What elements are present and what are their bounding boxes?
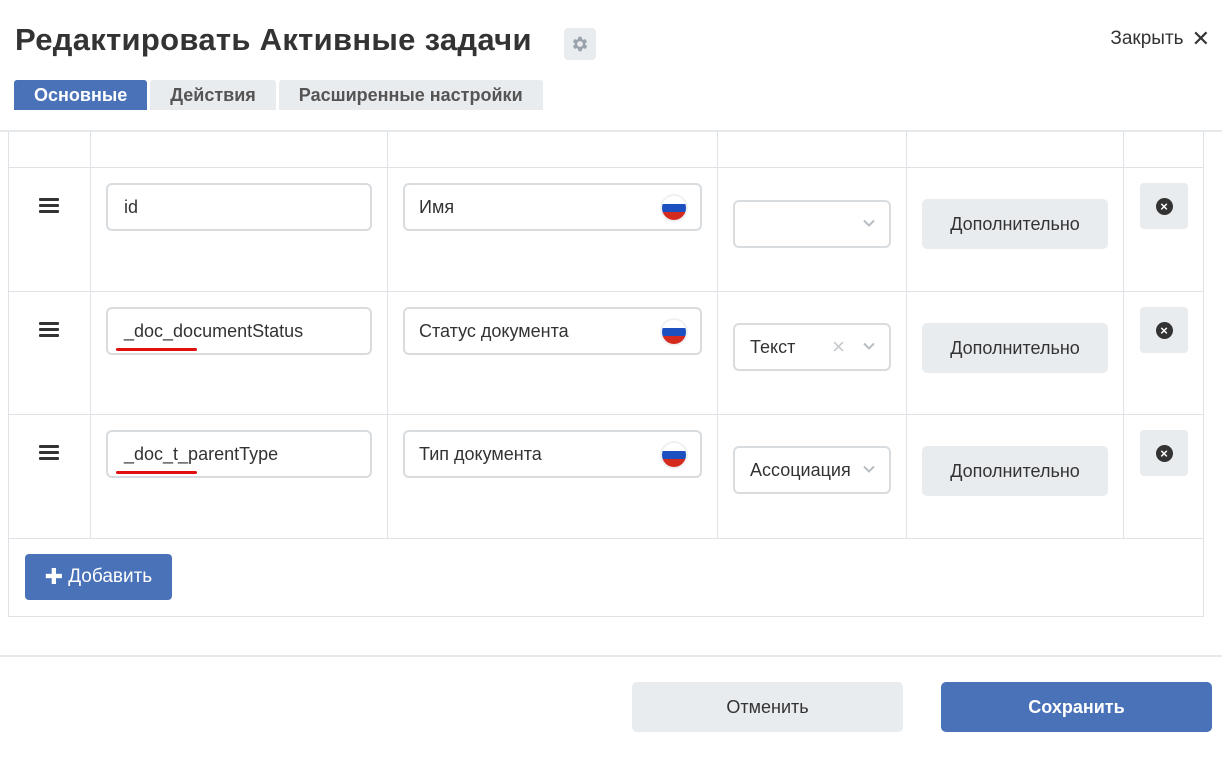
cancel-button[interactable]: Отменить bbox=[632, 682, 903, 732]
close-button[interactable]: Закрыть ✕ bbox=[1110, 28, 1210, 50]
drag-handle-icon[interactable] bbox=[39, 322, 59, 340]
field-id-input[interactable]: id bbox=[106, 183, 372, 231]
plus-icon: ✚ bbox=[44, 564, 64, 589]
delete-row-button[interactable]: × bbox=[1140, 307, 1188, 353]
tab-actions[interactable]: Действия bbox=[150, 80, 276, 110]
russian-flag-icon[interactable] bbox=[662, 320, 686, 344]
field-type-select[interactable] bbox=[733, 200, 891, 248]
more-button[interactable]: Дополнительно bbox=[922, 323, 1108, 373]
close-icon: ✕ bbox=[1191, 26, 1210, 51]
chevron-down-icon bbox=[863, 219, 875, 227]
add-field-button[interactable]: ✚ Добавить bbox=[25, 554, 172, 600]
tab-basic[interactable]: Основные bbox=[14, 80, 148, 110]
field-type-value: Ассоциация bbox=[750, 459, 851, 480]
field-name-input[interactable]: Имя bbox=[403, 183, 702, 231]
remove-circle-icon: × bbox=[1155, 444, 1173, 462]
chevron-down-icon bbox=[863, 465, 875, 473]
dialog-title: Редактировать Активные задачи bbox=[15, 22, 532, 57]
remove-circle-icon: × bbox=[1155, 321, 1173, 339]
field-name-value: Тип документа bbox=[419, 443, 542, 464]
more-button[interactable]: Дополнительно bbox=[922, 446, 1108, 496]
field-name-input[interactable]: Статус документа bbox=[403, 307, 702, 355]
clear-selection-icon[interactable]: × bbox=[832, 336, 845, 358]
remove-circle-icon: × bbox=[1155, 197, 1173, 215]
save-button[interactable]: Сохранить bbox=[941, 682, 1212, 732]
field-type-value: Текст bbox=[750, 336, 796, 357]
table-row: id Имя Дополнительно × bbox=[9, 168, 1203, 291]
field-name-input[interactable]: Тип документа bbox=[403, 430, 702, 478]
field-type-select[interactable]: Ассоциация bbox=[733, 446, 891, 494]
table-row: _doc_documentStatus Статус документа Тек… bbox=[9, 292, 1203, 415]
field-name-value: Статус документа bbox=[419, 320, 569, 341]
more-button[interactable]: Дополнительно bbox=[922, 199, 1108, 249]
close-label: Закрыть bbox=[1110, 28, 1184, 49]
gear-icon bbox=[572, 36, 588, 52]
tab-bar: Основные Действия Расширенные настройки bbox=[14, 80, 543, 110]
russian-flag-icon[interactable] bbox=[662, 443, 686, 467]
settings-button[interactable] bbox=[564, 28, 596, 60]
tab-advanced-settings[interactable]: Расширенные настройки bbox=[278, 80, 543, 110]
field-name-value: Имя bbox=[419, 196, 455, 217]
field-type-select[interactable]: Текст × bbox=[733, 323, 891, 371]
russian-flag-icon[interactable] bbox=[662, 196, 686, 220]
table-row: _doc_t_parentType Тип документа Ассоциац… bbox=[9, 415, 1203, 538]
field-id-input[interactable]: _doc_t_parentType bbox=[106, 430, 372, 478]
chevron-down-icon bbox=[863, 342, 875, 350]
field-id-value: _doc_documentStatus bbox=[124, 320, 304, 341]
fields-table: id Имя Дополнительно × _doc_documentStat… bbox=[8, 132, 1204, 617]
field-id-value: _doc_t_parentType bbox=[124, 443, 279, 464]
dialog-header: Редактировать Активные задачи Закрыть ✕ … bbox=[0, 0, 1222, 132]
footer-divider bbox=[0, 655, 1222, 657]
drag-handle-icon[interactable] bbox=[39, 445, 59, 463]
spellcheck-underline bbox=[116, 471, 197, 474]
drag-handle-icon[interactable] bbox=[39, 198, 59, 216]
add-field-label: Добавить bbox=[68, 566, 153, 587]
delete-row-button[interactable]: × bbox=[1140, 430, 1188, 476]
delete-row-button[interactable]: × bbox=[1140, 183, 1188, 229]
spellcheck-underline bbox=[116, 348, 197, 351]
row-divider bbox=[9, 538, 1203, 539]
field-id-value: id bbox=[124, 196, 139, 217]
field-id-input[interactable]: _doc_documentStatus bbox=[106, 307, 372, 355]
